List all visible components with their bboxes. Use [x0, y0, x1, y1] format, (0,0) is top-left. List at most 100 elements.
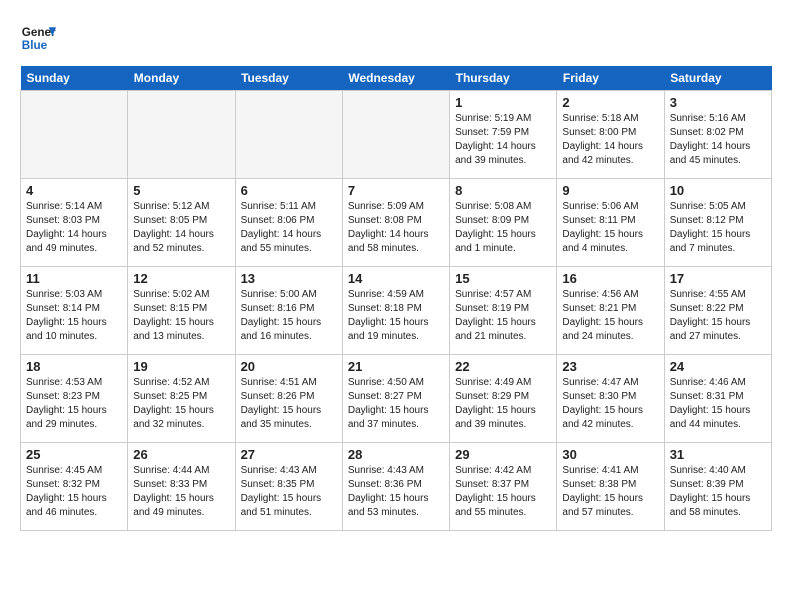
- cell-info: Sunrise: 4:46 AM Sunset: 8:31 PM Dayligh…: [670, 376, 766, 432]
- calendar-cell: 2 Sunrise: 5:18 AM Sunset: 8:00 PM Daylig…: [557, 91, 664, 179]
- calendar-cell: [342, 91, 449, 179]
- cell-info: Sunrise: 4:43 AM Sunset: 8:36 PM Dayligh…: [348, 464, 444, 520]
- cell-info: Sunrise: 4:57 AM Sunset: 8:19 PM Dayligh…: [455, 288, 551, 344]
- cell-info: Sunrise: 4:42 AM Sunset: 8:37 PM Dayligh…: [455, 464, 551, 520]
- day-number: 2: [562, 95, 658, 110]
- calendar-table: SundayMondayTuesdayWednesdayThursdayFrid…: [20, 66, 772, 531]
- day-number: 21: [348, 359, 444, 374]
- calendar-week-3: 11Sunrise: 5:03 AM Sunset: 8:14 PM Dayli…: [21, 267, 772, 355]
- calendar-cell: [21, 91, 128, 179]
- calendar-cell: [128, 91, 235, 179]
- calendar-cell: 24 Sunrise: 4:46 AM Sunset: 8:31 PM Dayli…: [664, 355, 771, 443]
- weekday-header-sunday: Sunday: [21, 66, 128, 91]
- weekday-header-friday: Friday: [557, 66, 664, 91]
- weekday-header-wednesday: Wednesday: [342, 66, 449, 91]
- cell-info: Sunrise: 4:51 AM Sunset: 8:26 PM Dayligh…: [241, 376, 337, 432]
- cell-info: Sunrise: 5:11 AM Sunset: 8:06 PM Dayligh…: [241, 200, 337, 256]
- calendar-cell: 21 Sunrise: 4:50 AM Sunset: 8:27 PM Dayli…: [342, 355, 449, 443]
- day-number: 3: [670, 95, 766, 110]
- calendar-cell: 25 Sunrise: 4:45 AM Sunset: 8:32 PM Dayli…: [21, 443, 128, 531]
- day-number: 7: [348, 183, 444, 198]
- calendar-cell: 7Sunrise: 5:09 AM Sunset: 8:08 PM Daylig…: [342, 179, 449, 267]
- page-header: General Blue: [20, 20, 772, 56]
- day-number: 19: [133, 359, 229, 374]
- day-number: 10: [670, 183, 766, 198]
- weekday-header-monday: Monday: [128, 66, 235, 91]
- cell-info: Sunrise: 4:49 AM Sunset: 8:29 PM Dayligh…: [455, 376, 551, 432]
- calendar-cell: 28 Sunrise: 4:43 AM Sunset: 8:36 PM Dayli…: [342, 443, 449, 531]
- calendar-week-1: 1 Sunrise: 5:19 AM Sunset: 7:59 PM Daylig…: [21, 91, 772, 179]
- calendar-cell: 29 Sunrise: 4:42 AM Sunset: 8:37 PM Dayli…: [450, 443, 557, 531]
- calendar-week-2: 4 Sunrise: 5:14 AM Sunset: 8:03 PM Daylig…: [21, 179, 772, 267]
- calendar-cell: 26 Sunrise: 4:44 AM Sunset: 8:33 PM Dayli…: [128, 443, 235, 531]
- cell-info: Sunrise: 5:18 AM Sunset: 8:00 PM Dayligh…: [562, 112, 658, 168]
- day-number: 12: [133, 271, 229, 286]
- calendar-cell: [235, 91, 342, 179]
- weekday-header-row: SundayMondayTuesdayWednesdayThursdayFrid…: [21, 66, 772, 91]
- day-number: 17: [670, 271, 766, 286]
- cell-info: Sunrise: 4:53 AM Sunset: 8:23 PM Dayligh…: [26, 376, 122, 432]
- day-number: 24: [670, 359, 766, 374]
- cell-info: Sunrise: 4:47 AM Sunset: 8:30 PM Dayligh…: [562, 376, 658, 432]
- calendar-cell: 16 Sunrise: 4:56 AM Sunset: 8:21 PM Dayli…: [557, 267, 664, 355]
- cell-info: Sunrise: 5:08 AM Sunset: 8:09 PM Dayligh…: [455, 200, 551, 256]
- calendar-cell: 30Sunrise: 4:41 AM Sunset: 8:38 PM Dayli…: [557, 443, 664, 531]
- day-number: 14: [348, 271, 444, 286]
- cell-info: Sunrise: 5:06 AM Sunset: 8:11 PM Dayligh…: [562, 200, 658, 256]
- cell-info: Sunrise: 4:44 AM Sunset: 8:33 PM Dayligh…: [133, 464, 229, 520]
- cell-info: Sunrise: 5:16 AM Sunset: 8:02 PM Dayligh…: [670, 112, 766, 168]
- logo: General Blue: [20, 20, 62, 56]
- day-number: 26: [133, 447, 229, 462]
- calendar-cell: 20 Sunrise: 4:51 AM Sunset: 8:26 PM Dayli…: [235, 355, 342, 443]
- calendar-cell: 5 Sunrise: 5:12 AM Sunset: 8:05 PM Daylig…: [128, 179, 235, 267]
- day-number: 11: [26, 271, 122, 286]
- cell-info: Sunrise: 5:14 AM Sunset: 8:03 PM Dayligh…: [26, 200, 122, 256]
- day-number: 29: [455, 447, 551, 462]
- cell-info: Sunrise: 5:05 AM Sunset: 8:12 PM Dayligh…: [670, 200, 766, 256]
- calendar-cell: 12 Sunrise: 5:02 AM Sunset: 8:15 PM Dayli…: [128, 267, 235, 355]
- calendar-week-4: 18 Sunrise: 4:53 AM Sunset: 8:23 PM Dayli…: [21, 355, 772, 443]
- day-number: 22: [455, 359, 551, 374]
- calendar-cell: 14 Sunrise: 4:59 AM Sunset: 8:18 PM Dayli…: [342, 267, 449, 355]
- calendar-cell: 9Sunrise: 5:06 AM Sunset: 8:11 PM Daylig…: [557, 179, 664, 267]
- cell-info: Sunrise: 4:55 AM Sunset: 8:22 PM Dayligh…: [670, 288, 766, 344]
- calendar-cell: 18 Sunrise: 4:53 AM Sunset: 8:23 PM Dayli…: [21, 355, 128, 443]
- cell-info: Sunrise: 5:02 AM Sunset: 8:15 PM Dayligh…: [133, 288, 229, 344]
- cell-info: Sunrise: 5:00 AM Sunset: 8:16 PM Dayligh…: [241, 288, 337, 344]
- cell-info: Sunrise: 4:59 AM Sunset: 8:18 PM Dayligh…: [348, 288, 444, 344]
- cell-info: Sunrise: 5:12 AM Sunset: 8:05 PM Dayligh…: [133, 200, 229, 256]
- day-number: 5: [133, 183, 229, 198]
- weekday-header-tuesday: Tuesday: [235, 66, 342, 91]
- calendar-cell: 17 Sunrise: 4:55 AM Sunset: 8:22 PM Dayli…: [664, 267, 771, 355]
- calendar-cell: 8Sunrise: 5:08 AM Sunset: 8:09 PM Daylig…: [450, 179, 557, 267]
- day-number: 31: [670, 447, 766, 462]
- cell-info: Sunrise: 4:40 AM Sunset: 8:39 PM Dayligh…: [670, 464, 766, 520]
- day-number: 1: [455, 95, 551, 110]
- calendar-cell: 19 Sunrise: 4:52 AM Sunset: 8:25 PM Dayli…: [128, 355, 235, 443]
- cell-info: Sunrise: 5:19 AM Sunset: 7:59 PM Dayligh…: [455, 112, 551, 168]
- day-number: 28: [348, 447, 444, 462]
- cell-info: Sunrise: 4:45 AM Sunset: 8:32 PM Dayligh…: [26, 464, 122, 520]
- day-number: 4: [26, 183, 122, 198]
- day-number: 18: [26, 359, 122, 374]
- cell-info: Sunrise: 4:41 AM Sunset: 8:38 PM Dayligh…: [562, 464, 658, 520]
- cell-info: Sunrise: 4:56 AM Sunset: 8:21 PM Dayligh…: [562, 288, 658, 344]
- calendar-cell: 6 Sunrise: 5:11 AM Sunset: 8:06 PM Daylig…: [235, 179, 342, 267]
- day-number: 15: [455, 271, 551, 286]
- calendar-cell: 3 Sunrise: 5:16 AM Sunset: 8:02 PM Daylig…: [664, 91, 771, 179]
- day-number: 6: [241, 183, 337, 198]
- calendar-cell: 22 Sunrise: 4:49 AM Sunset: 8:29 PM Dayli…: [450, 355, 557, 443]
- weekday-header-saturday: Saturday: [664, 66, 771, 91]
- day-number: 20: [241, 359, 337, 374]
- calendar-cell: 15 Sunrise: 4:57 AM Sunset: 8:19 PM Dayli…: [450, 267, 557, 355]
- cell-info: Sunrise: 4:50 AM Sunset: 8:27 PM Dayligh…: [348, 376, 444, 432]
- day-number: 16: [562, 271, 658, 286]
- day-number: 25: [26, 447, 122, 462]
- calendar-cell: 10 Sunrise: 5:05 AM Sunset: 8:12 PM Dayli…: [664, 179, 771, 267]
- cell-info: Sunrise: 4:43 AM Sunset: 8:35 PM Dayligh…: [241, 464, 337, 520]
- calendar-cell: 1 Sunrise: 5:19 AM Sunset: 7:59 PM Daylig…: [450, 91, 557, 179]
- calendar-cell: 11Sunrise: 5:03 AM Sunset: 8:14 PM Dayli…: [21, 267, 128, 355]
- logo-icon: General Blue: [20, 20, 56, 56]
- svg-text:Blue: Blue: [22, 39, 48, 52]
- cell-info: Sunrise: 4:52 AM Sunset: 8:25 PM Dayligh…: [133, 376, 229, 432]
